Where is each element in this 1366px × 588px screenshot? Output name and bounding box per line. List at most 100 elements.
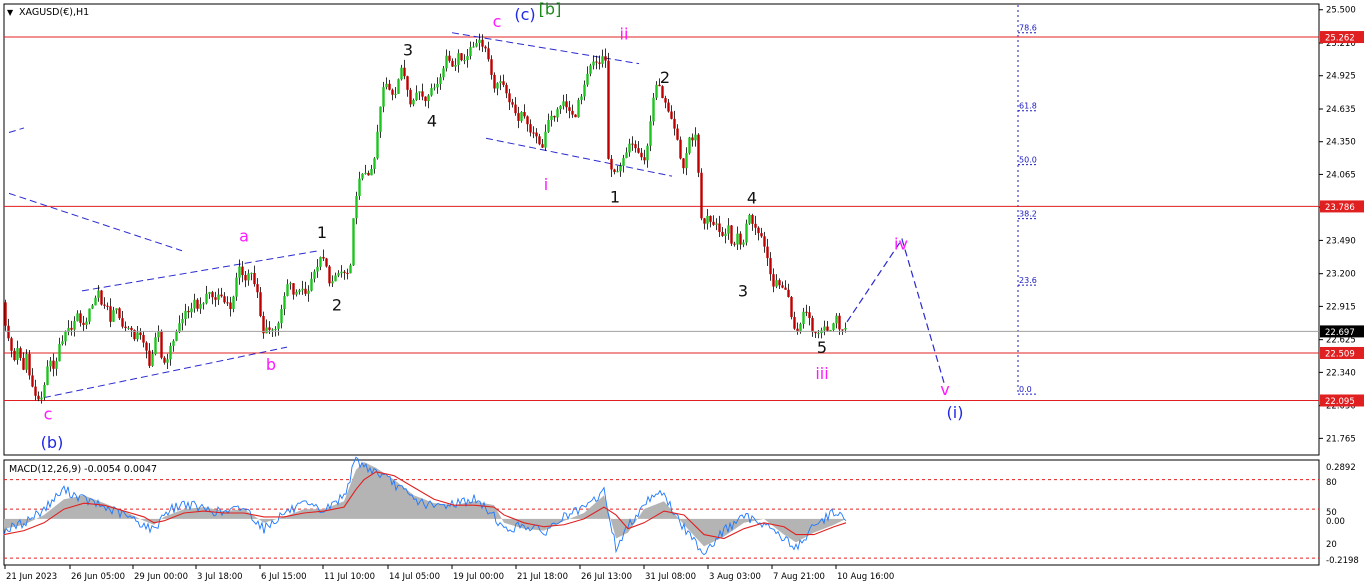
candle-body — [649, 121, 652, 146]
candle-body — [70, 327, 73, 330]
candle-body — [694, 134, 697, 141]
candle-body — [844, 328, 847, 330]
candle-body — [136, 332, 139, 340]
candle-body — [451, 60, 454, 67]
candle-body — [190, 308, 193, 313]
candle-body — [676, 128, 679, 140]
candle-body — [592, 61, 595, 66]
time-tick-label: 31 Jul 08:00 — [645, 572, 696, 582]
candle-body — [97, 290, 100, 298]
candle-body — [709, 215, 712, 222]
candle-body — [538, 136, 541, 145]
candle-body — [814, 332, 817, 334]
time-tick-label: 6 Jul 15:00 — [261, 572, 307, 582]
wave-label: 3 — [738, 282, 748, 301]
candle-body — [832, 323, 835, 331]
candle-body — [31, 375, 34, 387]
fib-level-label: 61.8 — [1019, 102, 1037, 111]
candle-body — [40, 397, 43, 400]
candle-body — [85, 321, 88, 325]
candle-body — [352, 218, 355, 266]
candle-body — [43, 384, 46, 398]
candle-body — [373, 158, 376, 169]
candle-body — [385, 83, 388, 88]
candle-body — [646, 145, 649, 161]
price-chart[interactable]: 78.6 61.8 50.0 38.2 23.6 0.0 c (b) a b 1 2 3 4 c (c) [b… — [0, 0, 1366, 588]
candle-body — [748, 215, 751, 224]
macd-tick-label: 80 — [1326, 478, 1337, 488]
candle-body — [661, 86, 664, 99]
candle-body — [400, 67, 403, 80]
candle-body — [19, 348, 22, 358]
candle-body — [199, 304, 202, 309]
candle-body — [721, 231, 724, 236]
price-tick-label: 24.065 — [1326, 170, 1356, 180]
candle-body — [673, 118, 676, 129]
candle-body — [478, 39, 481, 44]
candle-body — [544, 131, 547, 148]
time-tick-label: 29 Jun 00:00 — [134, 572, 188, 582]
macd-tick-label: 0.00 — [1326, 517, 1345, 527]
candle-body — [214, 297, 217, 300]
candle-body — [562, 101, 565, 106]
wave-label: 4 — [427, 112, 437, 131]
candle-body — [688, 137, 691, 154]
candle-body — [244, 275, 247, 281]
wave-label: iii — [815, 364, 828, 383]
candle-body — [601, 56, 604, 64]
candle-body — [604, 56, 607, 61]
candle-body — [289, 283, 292, 285]
candle-body — [376, 131, 379, 159]
candle-body — [250, 272, 253, 274]
candle-body — [397, 79, 400, 94]
candle-body — [157, 331, 160, 338]
macd-tick-label: 20 — [1326, 540, 1337, 550]
candle-body — [454, 64, 457, 67]
candle-body — [22, 357, 25, 370]
candle-body — [616, 171, 619, 173]
candle-body — [766, 246, 769, 259]
time-tick-label: 21 Jun 2023 — [6, 572, 57, 582]
candle-body — [319, 256, 322, 267]
candle-body — [580, 96, 583, 100]
candle-body — [370, 168, 373, 176]
candle-body — [49, 360, 52, 367]
wave-label: 2 — [660, 68, 670, 87]
price-tick-label: 24.925 — [1326, 72, 1356, 82]
candle-body — [607, 60, 610, 159]
price-tag-label: 25.262 — [1325, 34, 1355, 44]
candle-body — [61, 341, 64, 345]
candle-body — [547, 119, 550, 132]
wave-label: iv — [894, 234, 908, 253]
candle-body — [541, 144, 544, 148]
candle-body — [220, 294, 223, 297]
candle-body — [121, 318, 124, 327]
candle-body — [565, 101, 568, 108]
candle-body — [391, 89, 394, 95]
fib-level-label: 38.2 — [1019, 210, 1037, 219]
candle-body — [124, 326, 127, 329]
chart-menu-icon[interactable]: ▼ — [7, 8, 14, 17]
candle-body — [277, 323, 280, 329]
candle-body — [772, 274, 775, 287]
candle-body — [286, 284, 289, 296]
candle-body — [724, 233, 727, 236]
candle-body — [322, 256, 325, 259]
candle-body — [229, 302, 232, 310]
candle-body — [226, 302, 229, 304]
candle-body — [610, 158, 613, 170]
candle-body — [520, 112, 523, 121]
candle-body — [364, 172, 367, 174]
candle-body — [247, 273, 250, 281]
candle-body — [388, 83, 391, 90]
candle-body — [598, 62, 601, 64]
candle-body — [304, 288, 307, 294]
candle-body — [178, 323, 181, 332]
macd-axis: 0.289280500.0020-0.2198 — [1326, 463, 1359, 566]
candle-body — [622, 158, 625, 166]
candle-body — [415, 92, 418, 101]
price-tag-label: 23.786 — [1325, 203, 1355, 213]
macd-label: MACD(12,26,9) -0.0054 0.0047 — [9, 464, 157, 475]
candle-body — [817, 333, 820, 335]
candle-body — [577, 99, 580, 118]
